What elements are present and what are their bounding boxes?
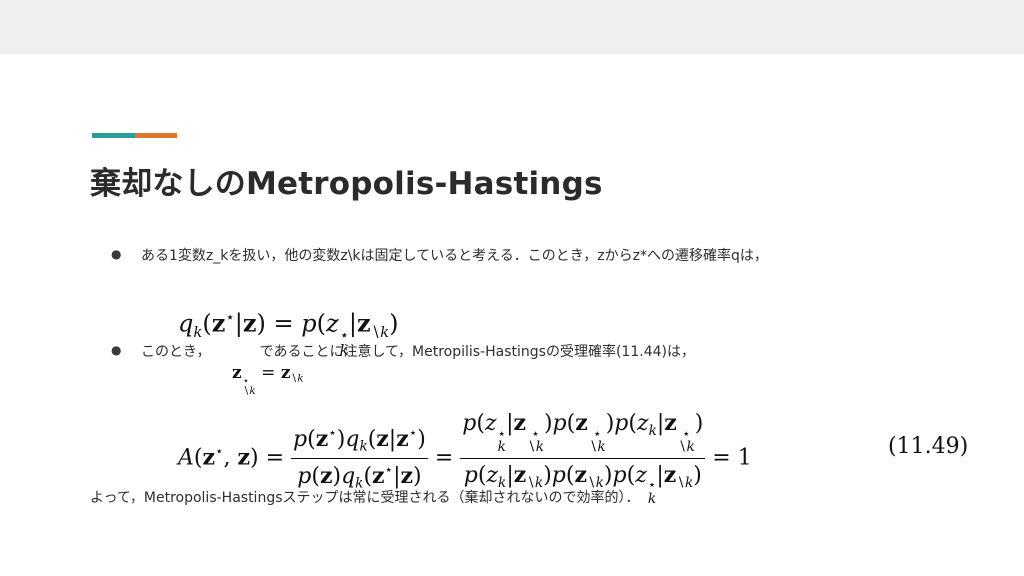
slide-title: 棄却なしのMetropolis-Hastings (90, 166, 603, 202)
accent-bar-orange (135, 133, 177, 138)
equation-fixed-vars: z ⋆ ∖k = z∖k (232, 363, 304, 398)
bullet-marker: ● (111, 247, 122, 261)
bullet-1-text: ある1変数z_kを扱い，他の変数z\kは固定していると考える．このとき，zからz… (141, 248, 768, 264)
bullet-2-text: このとき， であることに注意して，Metropilis-Hastingsの受理確… (141, 344, 695, 360)
equation-number: (11.49) (888, 434, 969, 459)
accent-bar-teal (92, 133, 135, 138)
bullet-marker: ● (111, 343, 122, 357)
conclusion-text: よって，Metropolis-Hastingsステップは常に受理される（棄却され… (90, 490, 640, 506)
acceptance-fraction-1: p(z⋆)qk(z|z⋆) p(z)qk(z⋆|z) (291, 425, 428, 492)
top-band (0, 0, 1024, 54)
